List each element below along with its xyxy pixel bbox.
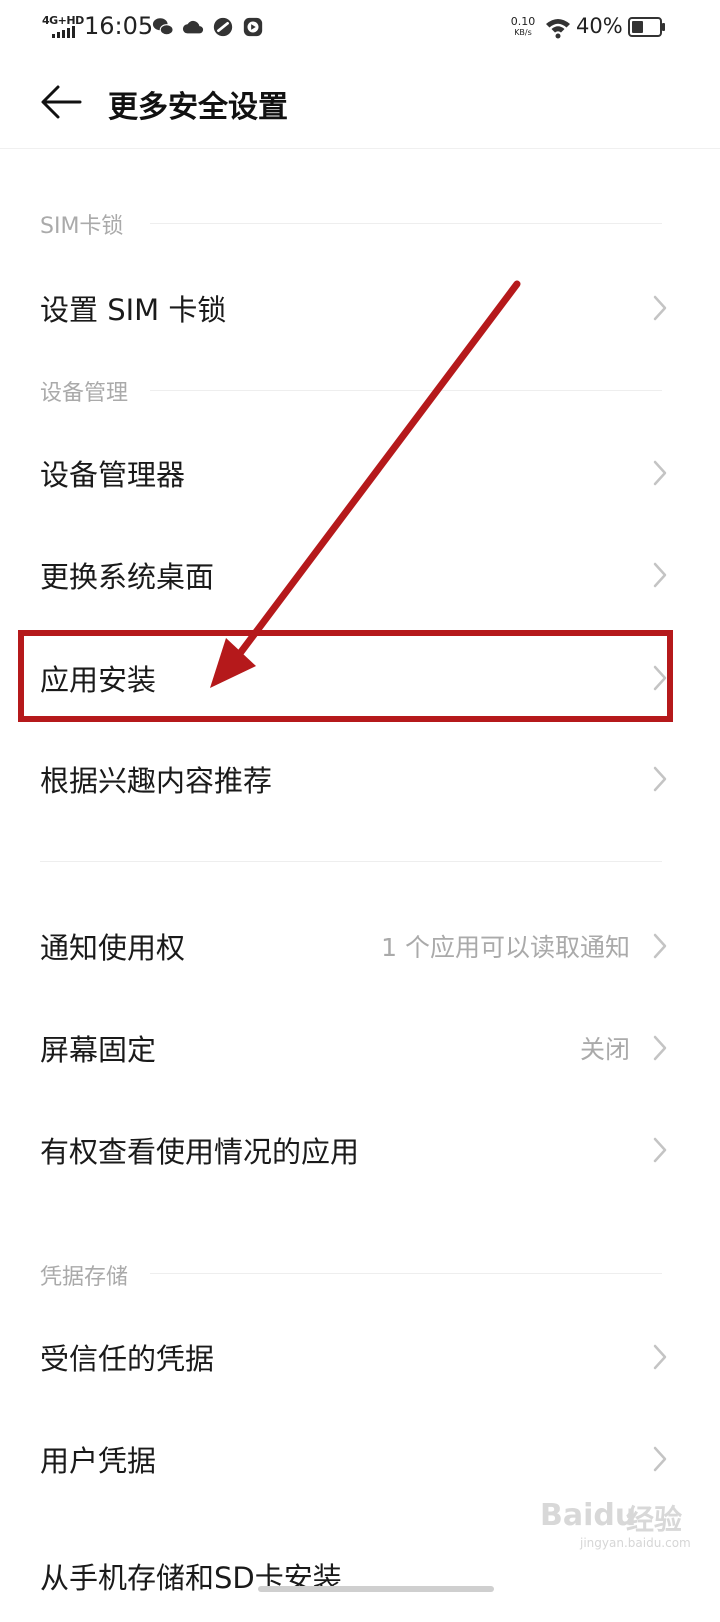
record-icon	[243, 17, 263, 37]
chevron-right-icon	[653, 1446, 667, 1472]
section-divider	[150, 223, 662, 224]
header-divider	[0, 148, 720, 149]
row-change-launcher[interactable]: 更换系统桌面	[0, 529, 720, 621]
row-label: 通知使用权	[40, 931, 186, 965]
chevron-right-icon	[653, 562, 667, 588]
back-arrow-icon[interactable]	[38, 82, 84, 122]
baidu-watermark: Baidu 经验 jingyan.baidu.com	[540, 1490, 691, 1550]
section-title-sim: SIM卡锁	[40, 214, 124, 239]
home-indicator[interactable]	[258, 1586, 494, 1592]
page-title: 更多安全设置	[108, 90, 288, 125]
row-set-sim-lock[interactable]: 设置 SIM 卡锁	[0, 262, 720, 354]
net-speed: 0.10 KB/s	[510, 15, 536, 38]
section-divider	[150, 390, 662, 391]
row-label: 屏幕固定	[40, 1033, 157, 1067]
row-value: 1 个应用可以读取通知	[381, 933, 630, 962]
chevron-right-icon	[653, 460, 667, 486]
row-label: 用户凭据	[40, 1444, 157, 1478]
battery-percent: 40%	[576, 14, 623, 38]
row-device-manager[interactable]: 设备管理器	[0, 427, 720, 519]
section-title-device: 设备管理	[40, 381, 129, 406]
row-notification-access[interactable]: 通知使用权 1 个应用可以读取通知	[0, 900, 720, 992]
row-interest-recommend[interactable]: 根据兴趣内容推荐	[0, 733, 720, 825]
link-icon	[213, 17, 233, 37]
row-label: 设备管理器	[40, 458, 186, 492]
wechat-icon	[152, 18, 174, 36]
row-label: 更换系统桌面	[40, 560, 215, 594]
watermark-suffix: 经验	[626, 1503, 683, 1536]
cellular-signal-icon: 4G+HD	[42, 14, 84, 38]
watermark-url: jingyan.baidu.com	[580, 1536, 691, 1550]
section-divider	[40, 861, 662, 862]
row-value: 关闭	[579, 1035, 630, 1064]
row-screen-pinning[interactable]: 屏幕固定 关闭	[0, 1002, 720, 1094]
status-bar: 4G+HD 16:05 0.10 KB/s 40%	[0, 0, 720, 56]
section-title-credentials: 凭据存储	[40, 1265, 129, 1290]
row-label: 受信任的凭据	[40, 1342, 215, 1376]
row-usage-access[interactable]: 有权查看使用情况的应用	[0, 1104, 720, 1196]
chevron-right-icon	[653, 933, 667, 959]
chevron-right-icon	[653, 1344, 667, 1370]
app-header: 更多安全设置	[0, 56, 720, 148]
row-label: 有权查看使用情况的应用	[40, 1135, 360, 1169]
chevron-right-icon	[653, 1035, 667, 1061]
watermark-brand: Baidu	[540, 1498, 637, 1533]
chevron-right-icon	[653, 295, 667, 321]
chevron-right-icon	[653, 1137, 667, 1163]
row-trusted-credentials[interactable]: 受信任的凭据	[0, 1311, 720, 1403]
row-label: 根据兴趣内容推荐	[40, 764, 273, 798]
highlight-box	[18, 630, 673, 722]
row-label: 设置 SIM 卡锁	[40, 293, 227, 327]
wifi-icon	[546, 19, 570, 39]
cloud-icon	[182, 20, 204, 34]
chevron-right-icon	[653, 766, 667, 792]
section-divider	[150, 1273, 662, 1274]
clock: 16:05	[84, 12, 154, 40]
battery-icon	[628, 17, 665, 37]
